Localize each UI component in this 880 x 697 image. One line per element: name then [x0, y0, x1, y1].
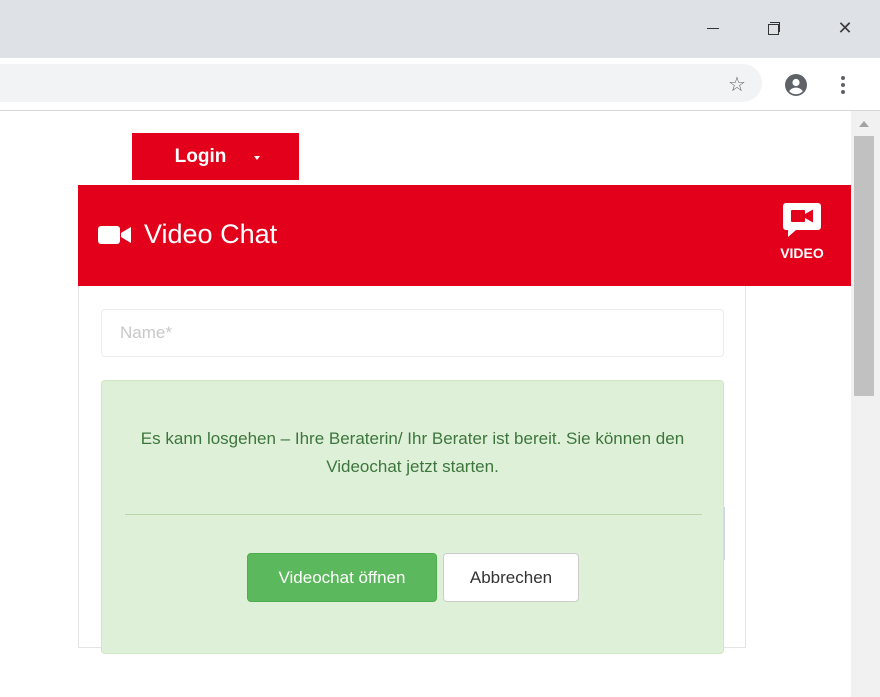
- kebab-menu-icon[interactable]: [836, 72, 850, 98]
- cancel-button[interactable]: Abbrechen: [443, 553, 579, 602]
- alert-divider: [125, 514, 702, 515]
- page-scrollbar[interactable]: [851, 111, 880, 697]
- name-input[interactable]: [101, 309, 724, 357]
- restore-icon: [768, 22, 780, 35]
- browser-toolbar: ☆: [0, 58, 880, 111]
- video-badge-button[interactable]: VIDEO: [772, 201, 832, 261]
- login-label: Login: [174, 145, 227, 167]
- account-icon[interactable]: [784, 73, 808, 97]
- minimize-icon: [707, 27, 719, 29]
- login-dropdown-button[interactable]: Login: [132, 133, 299, 180]
- close-icon: ✕: [837, 17, 853, 38]
- restore-button[interactable]: [751, 8, 797, 48]
- bookmark-star-icon[interactable]: ☆: [728, 75, 746, 95]
- video-chat-title: Video Chat: [98, 219, 277, 250]
- video-camera-icon: [98, 225, 131, 244]
- address-bar[interactable]: [0, 64, 762, 102]
- ready-alert: Es kann losgehen – Ihre Beraterin/ Ihr B…: [101, 380, 724, 654]
- caret-down-icon: [254, 155, 261, 160]
- video-chat-bubble-icon: [783, 203, 821, 237]
- open-videochat-button[interactable]: Videochat öffnen: [247, 553, 437, 602]
- browser-titlebar: ✕: [0, 0, 880, 58]
- video-chat-title-text: Video Chat: [144, 219, 278, 249]
- alert-message: Es kann losgehen – Ihre Beraterin/ Ihr B…: [140, 429, 685, 476]
- minimize-button[interactable]: [690, 8, 736, 48]
- close-button[interactable]: ✕: [822, 8, 868, 48]
- video-badge-label: VIDEO: [780, 245, 824, 261]
- scroll-up-arrow-icon[interactable]: [859, 121, 869, 127]
- scroll-thumb[interactable]: [854, 136, 874, 396]
- video-chat-header: Video Chat VIDEO: [78, 185, 851, 286]
